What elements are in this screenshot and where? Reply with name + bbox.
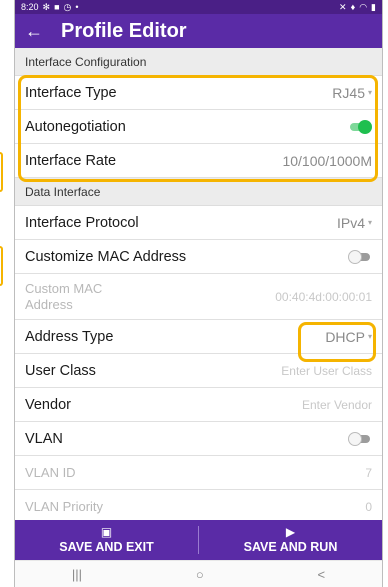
app-bar: ← Profile Editor (15, 14, 382, 48)
interface-rate-row: Interface Rate 10/100/1000M (15, 144, 382, 178)
side-marker-top (0, 152, 3, 192)
interface-type-select[interactable]: RJ45 ▾ (332, 85, 372, 101)
autonegotiation-row: Autonegotiation (15, 110, 382, 144)
wifi-icon: ◠ (359, 1, 368, 12)
vendor-label: Vendor (25, 396, 71, 413)
vendor-row: Vendor Enter Vendor (15, 388, 382, 422)
interface-rate-label: Interface Rate (25, 152, 117, 169)
play-icon: ▶ (285, 525, 296, 539)
mute-icon: ✕ (339, 1, 347, 12)
clock-icon: ◷ (63, 1, 72, 12)
frame-left (0, 0, 6, 587)
interface-protocol-row[interactable]: Interface Protocol IPv4 ▾ (15, 206, 382, 240)
save-and-exit-button[interactable]: ▣ SAVE AND EXIT (15, 520, 198, 560)
customize-mac-row: Customize MAC Address (15, 240, 382, 274)
save-and-run-button[interactable]: ▶ SAVE AND RUN (199, 520, 382, 560)
interface-protocol-select[interactable]: IPv4 ▾ (337, 215, 372, 231)
back-arrow-icon[interactable]: ← (25, 21, 53, 42)
interface-protocol-label: Interface Protocol (25, 214, 139, 231)
autonegotiation-label: Autonegotiation (25, 118, 126, 135)
dropdown-caret-icon: ▾ (367, 218, 372, 227)
user-class-label: User Class (25, 362, 96, 379)
address-type-row[interactable]: Address Type DHCP ▾ (15, 320, 382, 354)
user-class-input[interactable]: Enter User Class (281, 364, 372, 378)
vlan-id-label: VLAN ID (25, 465, 76, 480)
customize-mac-toggle[interactable] (348, 249, 372, 264)
interface-rate-value: 10/100/1000M (282, 152, 372, 169)
dot-icon: • (75, 2, 79, 12)
section-header-interface-configuration: Interface Configuration (15, 48, 382, 76)
address-type-label: Address Type (25, 328, 114, 345)
vendor-input[interactable]: Enter Vendor (302, 398, 372, 412)
custom-mac-value: 00:40:4d:00:00:01 (275, 289, 372, 304)
image-icon: ■ (54, 2, 60, 12)
address-type-value: DHCP (325, 328, 365, 345)
vlan-priority-row: VLAN Priority 0 (15, 490, 382, 524)
interface-type-value: RJ45 (332, 84, 365, 101)
customize-mac-label: Customize MAC Address (25, 248, 187, 265)
custom-mac-label-line2: Address (25, 296, 73, 312)
vlan-toggle[interactable] (348, 431, 372, 446)
action-bar: ▣ SAVE AND EXIT ▶ SAVE AND RUN (15, 520, 382, 560)
screen: 8:20 ✻ ■ ◷ • ✕ ♦ ◠ ▮ ← Profile Editor In… (15, 0, 382, 587)
address-type-select[interactable]: DHCP ▾ (325, 329, 372, 345)
battery-icon: ▮ (371, 1, 376, 12)
user-class-row: User Class Enter User Class (15, 354, 382, 388)
interface-protocol-value: IPv4 (336, 214, 365, 231)
save-icon: ▣ (100, 525, 113, 539)
vlan-priority-label: VLAN Priority (25, 499, 104, 514)
location-icon: ♦ (350, 2, 356, 12)
recent-apps-icon[interactable]: ||| (72, 567, 82, 582)
section-header-data-interface: Data Interface (15, 178, 382, 206)
nav-back-icon[interactable]: < (317, 567, 325, 582)
frame-line-right (382, 0, 383, 587)
vlan-label: VLAN (25, 430, 63, 447)
interface-type-row[interactable]: Interface Type RJ45 ▾ (15, 76, 382, 110)
vlan-priority-value: 0 (365, 499, 372, 514)
side-marker-bottom (0, 246, 3, 286)
interface-type-label: Interface Type (25, 84, 117, 101)
vlan-row: VLAN (15, 422, 382, 456)
system-nav-bar: ||| ○ < (15, 560, 382, 587)
vlan-id-value: 7 (365, 465, 372, 480)
save-and-run-label: SAVE AND RUN (243, 540, 338, 554)
page-title: Profile Editor (61, 19, 187, 42)
status-time: 8:20 (21, 2, 39, 12)
status-bar: 8:20 ✻ ■ ◷ • ✕ ♦ ◠ ▮ (15, 0, 382, 14)
custom-mac-label-line1: Custom MAC (25, 280, 103, 296)
custom-mac-row: Custom MAC Address 00:40:4d:00:00:01 (15, 274, 382, 320)
dropdown-caret-icon: ▾ (367, 332, 372, 341)
home-icon[interactable]: ○ (196, 567, 204, 582)
custom-mac-label: Custom MAC Address (25, 281, 102, 313)
gear-icon: ✻ (42, 1, 51, 12)
save-and-exit-label: SAVE AND EXIT (59, 540, 154, 554)
autonegotiation-toggle[interactable] (348, 119, 372, 134)
vlan-id-row: VLAN ID 7 (15, 456, 382, 490)
dropdown-caret-icon: ▾ (367, 88, 372, 97)
